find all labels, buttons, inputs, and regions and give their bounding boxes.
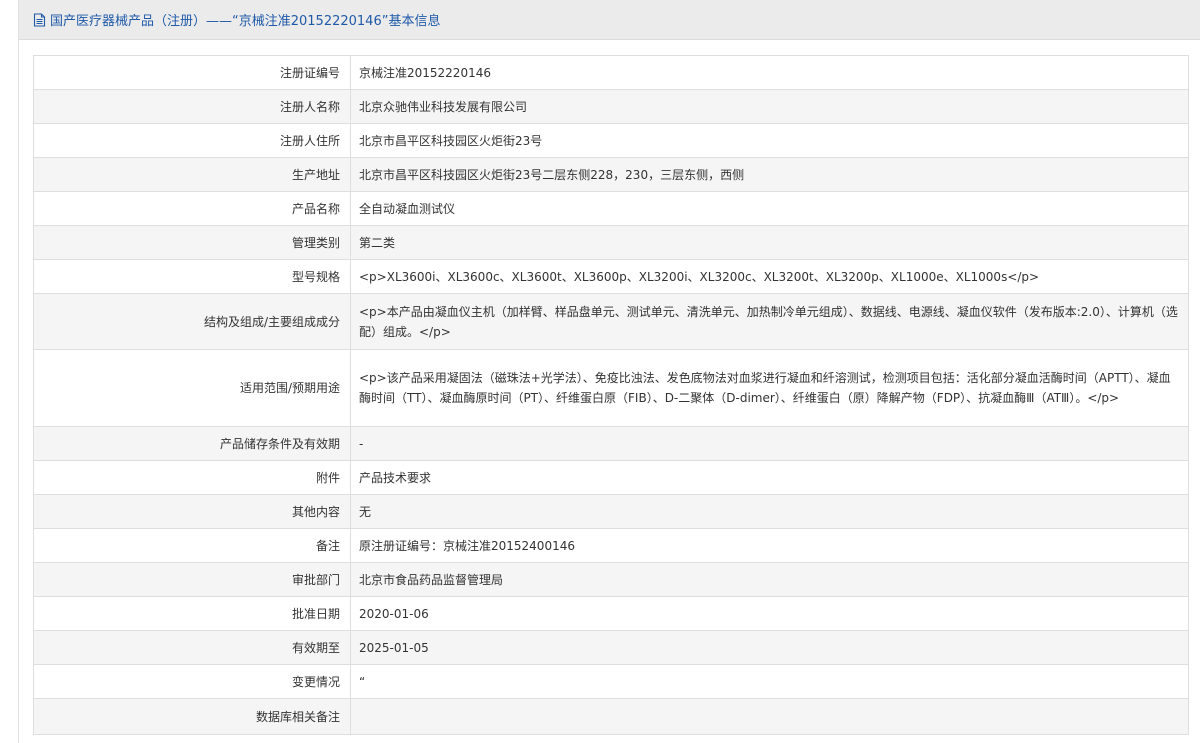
table-row: 备注 原注册证编号：京械注准20152400146 (33, 528, 1189, 563)
field-label: 结构及组成/主要组成成分 (33, 293, 351, 350)
page-title: 国产医疗器械产品（注册）——“京械注准20152220146”基本信息 (50, 14, 441, 29)
info-table: 注册证编号 京械注准20152220146 注册人名称 北京众驰伟业科技发展有限… (33, 55, 1189, 735)
field-label: 产品储存条件及有效期 (33, 426, 351, 461)
field-label: 管理类别 (33, 225, 351, 260)
field-label: 注册人住所 (33, 123, 351, 158)
table-row: 管理类别 第二类 (33, 225, 1189, 260)
field-value: - (350, 426, 1189, 461)
field-value: 全自动凝血测试仪 (350, 191, 1189, 226)
field-value: 北京市食品药品监督管理局 (350, 562, 1189, 597)
field-value: 北京市昌平区科技园区火炬街23号二层东侧228，230，三层东侧，西侧 (350, 157, 1189, 192)
panel-header: 国产医疗器械产品（注册）——“京械注准20152220146”基本信息 (19, 0, 1200, 40)
field-value: 第二类 (350, 225, 1189, 260)
field-value: 2020-01-06 (350, 596, 1189, 631)
table-row: 数据库相关备注 (33, 698, 1189, 735)
field-label: 注册证编号 (33, 55, 351, 90)
field-label: 生产地址 (33, 157, 351, 192)
table-row: 注册证编号 京械注准20152220146 (33, 55, 1189, 90)
table-row: 产品名称 全自动凝血测试仪 (33, 191, 1189, 226)
table-row: 其他内容 无 (33, 494, 1189, 529)
field-label: 有效期至 (33, 630, 351, 665)
field-value: 北京市昌平区科技园区火炬街23号 (350, 123, 1189, 158)
field-label: 数据库相关备注 (33, 698, 351, 735)
field-label: 其他内容 (33, 494, 351, 529)
table-row: 批准日期 2020-01-06 (33, 596, 1189, 631)
field-value: <p>XL3600i、XL3600c、XL3600t、XL3600p、XL320… (350, 259, 1189, 294)
field-value: “ (350, 664, 1189, 699)
table-row: 变更情况 “ (33, 664, 1189, 699)
field-label: 附件 (33, 460, 351, 495)
table-row: 审批部门 北京市食品药品监督管理局 (33, 562, 1189, 597)
field-label: 批准日期 (33, 596, 351, 631)
table-row: 附件 产品技术要求 (33, 460, 1189, 495)
table-row: 注册人名称 北京众驰伟业科技发展有限公司 (33, 89, 1189, 124)
table-row: 型号规格 <p>XL3600i、XL3600c、XL3600t、XL3600p、… (33, 259, 1189, 294)
field-label: 产品名称 (33, 191, 351, 226)
field-value: 京械注准20152220146 (350, 55, 1189, 90)
field-value: <p>该产品采用凝固法（磁珠法+光学法）、免疫比浊法、发色底物法对血浆进行凝血和… (350, 349, 1189, 427)
field-value: <p>本产品由凝血仪主机（加样臂、样品盘单元、测试单元、清洗单元、加热制冷单元组… (350, 293, 1189, 350)
table-row: 有效期至 2025-01-05 (33, 630, 1189, 665)
document-icon (33, 12, 47, 27)
field-value: 2025-01-05 (350, 630, 1189, 665)
table-row: 产品储存条件及有效期 - (33, 426, 1189, 461)
field-value: 原注册证编号：京械注准20152400146 (350, 528, 1189, 563)
table-row: 注册人住所 北京市昌平区科技园区火炬街23号 (33, 123, 1189, 158)
field-label: 注册人名称 (33, 89, 351, 124)
field-value: 北京众驰伟业科技发展有限公司 (350, 89, 1189, 124)
detail-panel: 国产医疗器械产品（注册）——“京械注准20152220146”基本信息 注册证编… (18, 0, 1200, 743)
field-label: 适用范围/预期用途 (33, 349, 351, 427)
field-label: 型号规格 (33, 259, 351, 294)
field-label: 备注 (33, 528, 351, 563)
field-value: 无 (350, 494, 1189, 529)
table-row: 生产地址 北京市昌平区科技园区火炬街23号二层东侧228，230，三层东侧，西侧 (33, 157, 1189, 192)
table-row: 适用范围/预期用途 <p>该产品采用凝固法（磁珠法+光学法）、免疫比浊法、发色底… (33, 349, 1189, 427)
field-label: 变更情况 (33, 664, 351, 699)
field-value: 产品技术要求 (350, 460, 1189, 495)
table-row: 结构及组成/主要组成成分 <p>本产品由凝血仪主机（加样臂、样品盘单元、测试单元… (33, 293, 1189, 350)
field-label: 审批部门 (33, 562, 351, 597)
field-value (350, 698, 1189, 735)
